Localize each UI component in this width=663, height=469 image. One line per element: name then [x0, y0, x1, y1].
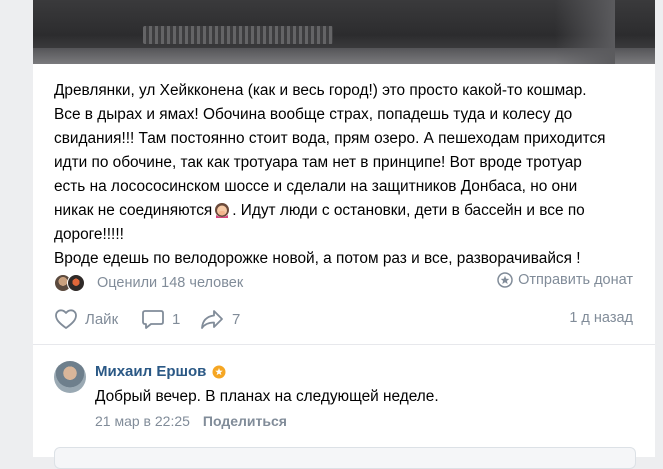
post-text-line: дороге!!!!!: [54, 226, 124, 243]
comment-author[interactable]: Михаил Ершов: [95, 363, 226, 380]
post-text: Древлянки, ул Хейкконена (как и весь гор…: [54, 79, 644, 271]
share-button[interactable]: 7: [199, 306, 240, 332]
comments-count: 1: [172, 310, 181, 328]
like-label: Лайк: [85, 310, 119, 328]
comment-author-name: Михаил Ершов: [95, 363, 207, 380]
post-time[interactable]: 1 д назад: [569, 310, 633, 326]
donate-label: Отправить донат: [518, 272, 633, 288]
photo-detail: [143, 26, 333, 44]
donate-icon: [497, 272, 513, 288]
post-text-line: идти по обочине, так как тротуара там не…: [54, 154, 582, 171]
photo-detail: [555, 0, 615, 64]
divider: [33, 344, 655, 345]
comment-author-avatar[interactable]: [54, 361, 86, 393]
post-photo[interactable]: [33, 0, 655, 64]
comment-date[interactable]: 21 мар в 22:25: [95, 413, 190, 429]
share-arrow-icon: [201, 310, 223, 329]
reply-input[interactable]: [54, 447, 636, 469]
post-text-line: Все в дырах и ямах! Обочина вообще страх…: [54, 106, 573, 123]
comment-button[interactable]: 1: [141, 306, 180, 332]
verified-star-icon: [212, 365, 226, 378]
post-text-fragment: . Идут люди с остановки, дети в бассейн …: [232, 202, 585, 219]
post-text-line: Древлянки, ул Хейкконена (как и весь гор…: [54, 82, 587, 99]
comment-meta: 21 мар в 22:25 Поделиться: [95, 413, 287, 429]
heart-icon: [55, 309, 77, 329]
reactors-avatars: [54, 274, 90, 292]
comment-icon: [142, 310, 164, 329]
like-button[interactable]: Лайк: [54, 306, 118, 332]
donate-button[interactable]: Отправить донат: [497, 272, 633, 288]
shares-count: 7: [232, 310, 241, 328]
woman-facepalm-emoji: [215, 203, 230, 218]
avatar: [67, 274, 85, 292]
post-actions: Лайк 1 7: [54, 306, 634, 332]
post-text-line: свидания!!! Там постоянно стоит вода, пр…: [54, 130, 606, 147]
post-text-line: Вроде едешь по велодорожке новой, а пото…: [54, 250, 581, 267]
comment-share-button[interactable]: Поделиться: [203, 413, 287, 429]
post-text-line: есть на лосососинском шоссе и сделали на…: [54, 178, 578, 195]
reactions-summary[interactable]: Оценили 148 человек: [54, 272, 243, 294]
post-text-fragment: никак не соединяются: [54, 202, 213, 219]
rated-count: Оценили 148 человек: [97, 275, 244, 291]
post-text-line: никак не соединяются . Идут люди с остано…: [54, 199, 644, 223]
comment-text: Добрый вечер. В планах на следующей неде…: [95, 388, 439, 405]
post-card: Древлянки, ул Хейкконена (как и весь гор…: [33, 0, 655, 469]
